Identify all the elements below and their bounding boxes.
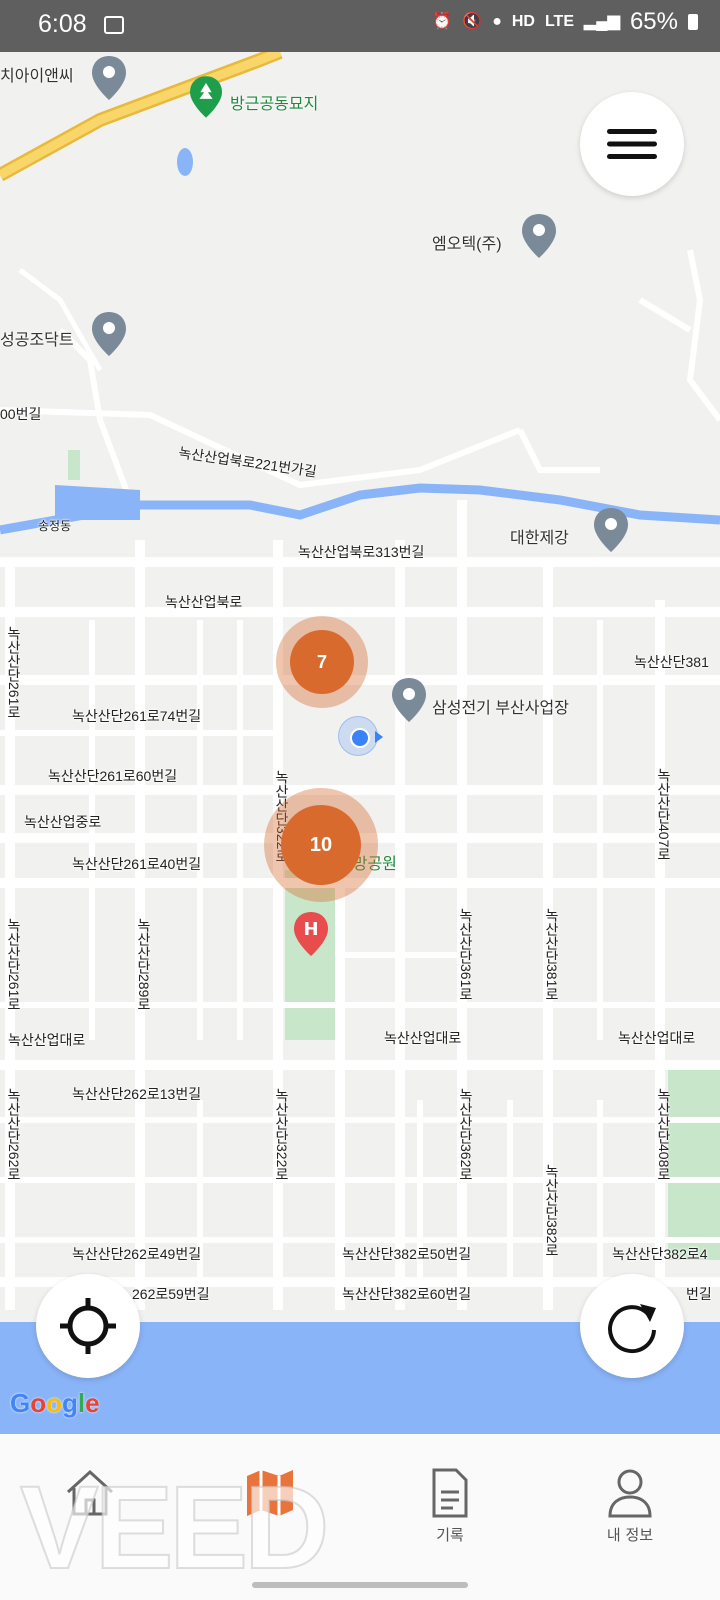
poi-label-daehan: 대한제강 bbox=[510, 530, 569, 547]
road-label: 녹산산단382로50번길 bbox=[342, 1246, 472, 1262]
battery-text: 65% bbox=[629, 8, 678, 35]
road-label: 262로59번길 bbox=[132, 1286, 210, 1302]
road-label: 녹산산단381로 bbox=[544, 908, 560, 1002]
road-label: 녹산산단361로 bbox=[458, 908, 474, 1002]
road-label: 녹산산단262로 bbox=[6, 1088, 22, 1182]
poi-label-mtech: 엠오텍(주) bbox=[432, 236, 502, 253]
person-icon bbox=[608, 1469, 652, 1518]
road-label: 번길 bbox=[686, 1286, 712, 1302]
pin-icon[interactable] bbox=[594, 508, 628, 556]
my-location-button[interactable] bbox=[36, 1274, 140, 1378]
road-label: 녹산산업대로 bbox=[384, 1030, 462, 1046]
road-label: 00번길 bbox=[0, 406, 42, 422]
nav-profile-label: 내 정보 bbox=[606, 1526, 654, 1544]
cluster-marker[interactable]: 7 bbox=[276, 616, 368, 708]
road-label: 녹산산단261로 bbox=[6, 918, 22, 1012]
pin-icon[interactable] bbox=[522, 214, 556, 262]
hospital-pin-icon[interactable]: H bbox=[294, 912, 328, 960]
alarm-icon: ⏰ bbox=[432, 13, 453, 30]
battery-icon bbox=[688, 14, 698, 30]
road-label: 녹산산단382로 bbox=[544, 1164, 560, 1258]
mute-icon: 🔇 bbox=[462, 13, 483, 30]
nav-profile[interactable]: 내 정보 bbox=[540, 1434, 720, 1574]
road-label: 녹산산단261로 bbox=[6, 626, 22, 720]
road-label: 녹산산업중로 bbox=[24, 814, 102, 830]
road-label: 녹산산단382로4 bbox=[612, 1246, 708, 1262]
poi-label-cemetery: 방근공동묘지 bbox=[230, 96, 319, 113]
document-icon bbox=[432, 1468, 468, 1518]
road-label: 녹산산단262로13번길 bbox=[72, 1086, 202, 1102]
current-location-marker bbox=[338, 716, 383, 756]
poi-label-duct: 성공조닥트 bbox=[0, 332, 74, 349]
park-pin-icon[interactable] bbox=[190, 76, 222, 122]
crosshair-icon bbox=[60, 1298, 116, 1354]
google-logo: Google bbox=[10, 1388, 100, 1418]
road-label: 녹산산업대로 bbox=[618, 1030, 696, 1046]
road-label: 녹산산단381 bbox=[634, 654, 709, 670]
road-label: 녹산산단408로 bbox=[656, 1088, 672, 1182]
road-label: 녹산산단261로74번길 bbox=[72, 708, 202, 724]
screenshot-icon bbox=[104, 16, 124, 34]
road-label: 녹산산단407로 bbox=[656, 768, 672, 862]
nav-records[interactable]: 기록 bbox=[360, 1434, 540, 1574]
road-label: 녹산산업북로 bbox=[165, 594, 243, 610]
refresh-icon bbox=[608, 1304, 656, 1354]
cluster-count: 7 bbox=[290, 630, 354, 694]
cluster-marker[interactable]: 10 bbox=[264, 788, 378, 902]
poi-label: 치아이앤씨 bbox=[0, 68, 74, 85]
road-label: 녹산산업북로313번길 bbox=[298, 544, 425, 560]
cluster-count: 10 bbox=[281, 805, 361, 885]
road-label: 녹산산단382로60번길 bbox=[342, 1286, 472, 1302]
pin-icon[interactable] bbox=[92, 312, 126, 360]
refresh-button[interactable] bbox=[580, 1274, 684, 1378]
hospital-letter: H bbox=[303, 919, 318, 940]
road-label: 녹산산단261로40번길 bbox=[72, 856, 202, 872]
signal-icon: ▂▄▆ bbox=[584, 13, 620, 30]
road-label: 녹산산단362로 bbox=[458, 1088, 474, 1182]
road-label: 녹산산단261로60번길 bbox=[48, 768, 178, 784]
gesture-bar[interactable] bbox=[252, 1582, 468, 1588]
lte-icon: LTE bbox=[544, 13, 574, 30]
watermark: VEED bbox=[19, 1461, 330, 1595]
road-label: 녹산산업대로 bbox=[8, 1032, 86, 1048]
poi-label-samsung: 삼성전기 부산사업장 bbox=[432, 700, 569, 717]
pin-icon[interactable] bbox=[92, 56, 126, 104]
road-label: 송정동 bbox=[38, 519, 72, 533]
pin-icon[interactable] bbox=[392, 678, 426, 726]
status-bar: 6:08 ⏰ 🔇 ● HD LTE ▂▄▆ 65% bbox=[0, 0, 720, 52]
road-label: 녹산산단322로 bbox=[274, 1088, 290, 1182]
hamburger-icon bbox=[607, 129, 657, 159]
status-time: 6:08 bbox=[38, 10, 87, 38]
menu-button[interactable] bbox=[580, 92, 684, 196]
location-icon: ● bbox=[492, 13, 502, 30]
map-view[interactable]: 치아이앤씨 방근공동묘지 엠오텍(주) 성공조닥트 대한제강 삼성전기 부산사업… bbox=[0, 52, 720, 1434]
road-label: 녹산산단262로49번길 bbox=[72, 1246, 202, 1262]
nav-records-label: 기록 bbox=[436, 1526, 464, 1544]
hd-voice-icon: HD bbox=[511, 13, 535, 30]
road-label: 녹산산단289로 bbox=[136, 918, 152, 1012]
